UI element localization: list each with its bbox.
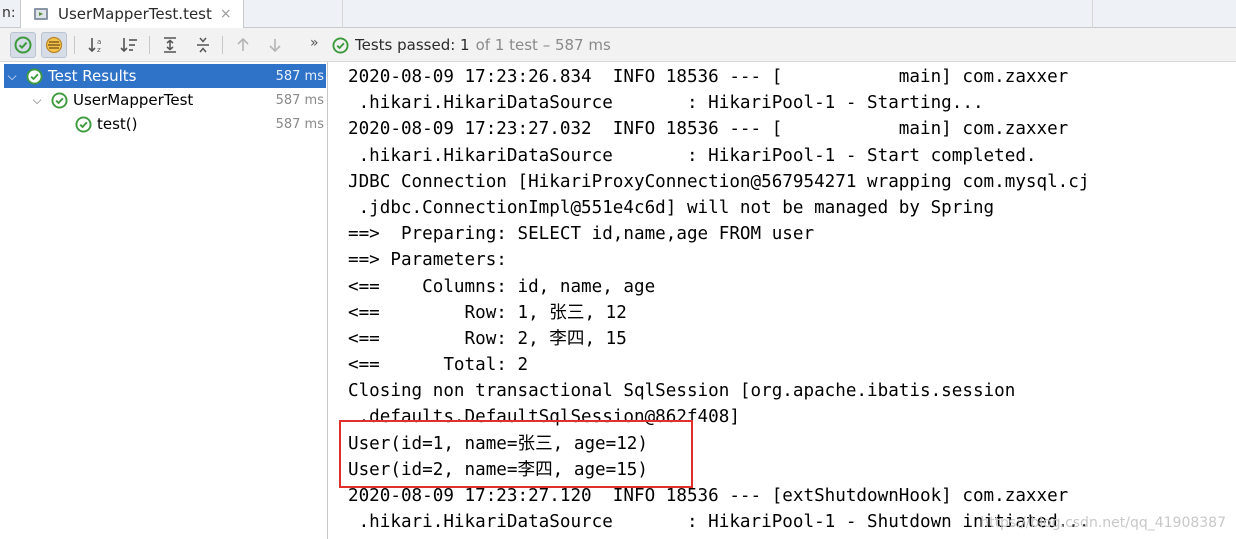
console-line: 2020-08-09 17:23:26.834 INFO 18536 --- [… (348, 67, 1069, 87)
chevron-down-icon[interactable]: ⌵ (4, 69, 20, 84)
tab-prefix-label: n: (2, 5, 16, 21)
tree-item-label: Test Results (48, 67, 137, 85)
console-output[interactable]: 2020-08-09 17:23:26.834 INFO 18536 --- [… (329, 62, 1236, 539)
watermark-text: https://blog.csdn.net/qq_41908387 (980, 515, 1226, 531)
toolbar-separator (74, 36, 75, 54)
show-ignored-button[interactable] (41, 32, 67, 58)
tree-item-test-results[interactable]: ⌵ Test Results 587 ms (4, 64, 326, 88)
console-line: ==> Parameters: (348, 250, 518, 271)
svg-text:z: z (97, 46, 101, 54)
arrow-down-icon (269, 39, 281, 53)
sort-alphabetically-button[interactable]: a z (84, 32, 110, 58)
expand-all-icon (164, 37, 176, 53)
close-icon[interactable]: × (220, 6, 232, 22)
test-status: Tests passed: 1 of 1 test – 587 ms (332, 36, 611, 54)
tree-item-label: UserMapperTest (73, 91, 194, 109)
passed-check-icon (26, 67, 43, 85)
console-line: <== Total: 2 (348, 355, 529, 376)
tree-item-usermappertest[interactable]: ⌵ UserMapperTest 587 ms (4, 88, 326, 112)
console-line: .hikari.HikariDataSource : HikariPool-1 … (348, 93, 984, 114)
status-passed-text: Tests passed: 1 (355, 36, 470, 54)
toolbar-overflow-icon[interactable]: » (310, 35, 319, 51)
tree-item-duration: 587 ms (275, 92, 324, 108)
tree-item-label: test() (97, 115, 138, 133)
console-line: .hikari.HikariDataSource : HikariPool-1 … (348, 145, 1037, 166)
console-line: Closing non transactional SqlSession [or… (348, 381, 1016, 402)
test-results-tree: ⌵ Test Results 587 ms ⌵ UserMapperTest 5… (0, 62, 328, 539)
show-passed-button[interactable] (10, 32, 36, 58)
console-line: .hikari.HikariDataSource : HikariPool-1 … (348, 512, 1090, 533)
test-runner-toolbar: a z » Tests passed: 1 of 1 test – 587 ms (0, 28, 1236, 62)
passed-check-icon (14, 36, 32, 54)
tab-title: UserMapperTest.test (58, 5, 212, 23)
toolbar-separator (149, 36, 150, 54)
collapse-all-icon (197, 37, 209, 53)
tab-divider (1092, 0, 1093, 28)
svg-text:a: a (97, 38, 101, 46)
console-line: <== Row: 1, 张三, 12 (348, 302, 627, 323)
console-line: <== Columns: id, name, age (348, 276, 656, 297)
console-line: <== Row: 2, 李四, 15 (348, 328, 627, 349)
tab-divider (342, 0, 343, 28)
tab-usermappertest[interactable]: UserMapperTest.test × (20, 0, 244, 28)
previous-failed-button[interactable] (230, 32, 256, 58)
editor-tab-bar: n: UserMapperTest.test × (0, 0, 1236, 28)
tree-item-duration: 587 ms (275, 116, 324, 132)
console-line: ==> Preparing: SELECT id,name,age FROM u… (348, 224, 815, 245)
tree-item-duration: 587 ms (275, 68, 324, 84)
tree-item-test-method[interactable]: test() 587 ms (4, 112, 326, 136)
passed-check-icon (51, 91, 68, 109)
sort-alpha-icon: a z (88, 38, 101, 54)
expand-all-button[interactable] (157, 32, 183, 58)
passed-check-icon (75, 115, 92, 133)
console-line: .jdbc.ConnectionImpl@551e4c6d] will not … (348, 197, 995, 218)
next-failed-button[interactable] (262, 32, 288, 58)
status-detail-text: of 1 test – 587 ms (475, 36, 611, 54)
collapse-all-button[interactable] (190, 32, 216, 58)
sort-duration-icon (120, 38, 137, 53)
console-line: JDBC Connection [HikariProxyConnection@5… (348, 171, 1090, 192)
toolbar-separator (222, 36, 223, 54)
sort-by-duration-button[interactable] (116, 32, 142, 58)
ignored-tests-icon (45, 36, 63, 54)
highlight-annotation-box (339, 420, 693, 488)
console-line: 2020-08-09 17:23:27.032 INFO 18536 --- [… (348, 119, 1069, 140)
run-config-icon (33, 6, 49, 22)
arrow-up-icon (237, 37, 249, 51)
passed-check-icon (332, 36, 349, 54)
chevron-down-icon[interactable]: ⌵ (29, 93, 45, 108)
